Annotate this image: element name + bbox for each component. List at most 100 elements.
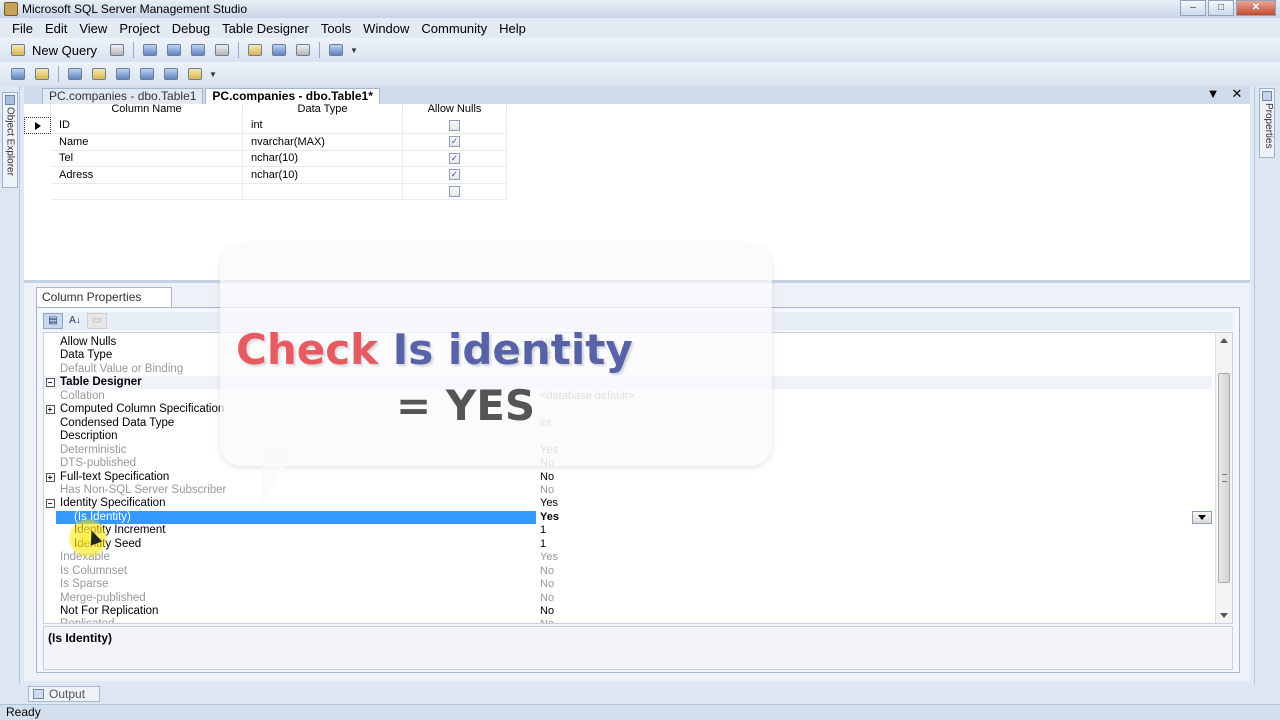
tab-list-dropdown-icon[interactable]: ▼: [1206, 87, 1220, 101]
scroll-thumb[interactable]: [1218, 373, 1230, 583]
primary-key-icon[interactable]: [32, 65, 52, 83]
menu-edit[interactable]: Edit: [39, 21, 73, 36]
property-grid-scrollbar[interactable]: [1215, 333, 1232, 623]
property-row[interactable]: + Full-text Specification No: [44, 471, 1212, 484]
toolbar-overflow-icon[interactable]: ▼: [350, 46, 358, 55]
property-row[interactable]: ReplicatedNo: [44, 618, 1212, 623]
expand-icon[interactable]: +: [45, 472, 55, 482]
property-row[interactable]: − Identity Specification Yes: [44, 497, 1212, 510]
new-file-icon[interactable]: [107, 41, 127, 59]
property-name[interactable]: (Is Identity): [56, 510, 536, 524]
new-query-button[interactable]: New Query: [32, 43, 97, 58]
toolbar-overflow-icon[interactable]: ▼: [209, 70, 217, 79]
mdx-query-icon[interactable]: [188, 41, 208, 59]
close-button[interactable]: ✕: [1236, 0, 1276, 16]
property-value[interactable]: No: [536, 605, 1212, 618]
property-value[interactable]: Yes: [536, 551, 1212, 564]
menu-project[interactable]: Project: [113, 21, 165, 36]
row-selector[interactable]: [24, 134, 51, 151]
property-row[interactable]: Merge-published No: [44, 592, 1212, 605]
property-name[interactable]: Merge-published: [56, 592, 536, 605]
generate-change-script-icon[interactable]: [8, 65, 28, 83]
menu-tools[interactable]: Tools: [315, 21, 357, 36]
categorized-view-icon[interactable]: ▤: [43, 313, 63, 329]
database-engine-query-icon[interactable]: [140, 41, 160, 59]
table-row[interactable]: Adress nchar(10) ✓: [24, 166, 507, 184]
property-row[interactable]: Not For Replication No: [44, 605, 1212, 618]
scroll-up-icon[interactable]: [1220, 338, 1228, 343]
allow-nulls-checkbox[interactable]: ✓: [449, 136, 460, 147]
data-type-cell[interactable]: [243, 183, 403, 200]
collapse-icon[interactable]: −: [45, 378, 55, 388]
property-value[interactable]: No: [536, 471, 1212, 484]
column-name-cell[interactable]: Adress: [51, 166, 243, 184]
properties-tab[interactable]: Properties: [1259, 88, 1275, 158]
open-folder-icon[interactable]: [245, 41, 265, 59]
property-value[interactable]: 1: [536, 538, 1212, 551]
save-icon[interactable]: [269, 41, 289, 59]
property-value[interactable]: 1: [536, 524, 1212, 537]
property-name[interactable]: Identity Seed: [56, 538, 536, 551]
row-selector[interactable]: [24, 183, 51, 200]
collapse-icon[interactable]: −: [45, 499, 55, 509]
expand-icon[interactable]: +: [45, 405, 55, 415]
property-row[interactable]: Identity Increment 1: [44, 524, 1212, 537]
maximize-button[interactable]: □: [1208, 0, 1234, 16]
analysis-query-icon[interactable]: [164, 41, 184, 59]
menu-debug[interactable]: Debug: [166, 21, 216, 36]
minimize-button[interactable]: –: [1180, 0, 1206, 16]
column-name-cell[interactable]: ID: [51, 117, 243, 134]
menu-help[interactable]: Help: [493, 21, 532, 36]
menu-view[interactable]: View: [73, 21, 113, 36]
column-properties-tab[interactable]: Column Properties: [36, 287, 172, 307]
table-row[interactable]: Name nvarchar(MAX) ✓: [24, 133, 507, 151]
table-row[interactable]: [24, 183, 507, 200]
check-constraints-icon[interactable]: [161, 65, 181, 83]
property-name[interactable]: Not For Replication: [56, 605, 536, 618]
output-tab[interactable]: Output: [28, 686, 100, 702]
row-selector[interactable]: [24, 117, 51, 134]
close-document-icon[interactable]: ✕: [1230, 87, 1244, 101]
property-pages-icon[interactable]: ▭: [87, 313, 107, 329]
data-type-cell[interactable]: nchar(10): [243, 150, 403, 167]
fulltext-index-icon[interactable]: [113, 65, 133, 83]
row-selector[interactable]: [24, 167, 51, 184]
allow-nulls-checkbox[interactable]: ✓: [449, 152, 460, 164]
value-dropdown-button[interactable]: [1192, 510, 1212, 524]
property-row[interactable]: Is Columnset No: [44, 565, 1212, 578]
property-name[interactable]: Replicated: [56, 618, 536, 623]
column-name-cell[interactable]: [51, 183, 243, 200]
property-row[interactable]: (Is Identity) Yes: [44, 510, 1212, 524]
table-row[interactable]: Tel nchar(10) ✓: [24, 150, 507, 167]
print-icon[interactable]: [293, 41, 313, 59]
menu-table-designer[interactable]: Table Designer: [216, 21, 315, 36]
relationships-icon[interactable]: [65, 65, 85, 83]
table-row[interactable]: ID int: [24, 117, 507, 134]
property-value[interactable]: Yes: [536, 497, 1212, 510]
alphabetical-sort-icon[interactable]: A↓: [65, 313, 85, 329]
object-explorer-tab[interactable]: Object Explorer: [2, 92, 18, 188]
spatial-indexes-icon[interactable]: [185, 65, 205, 83]
menu-community[interactable]: Community: [415, 21, 493, 36]
activity-monitor-icon[interactable]: [326, 41, 346, 59]
data-type-cell[interactable]: nchar(10): [243, 166, 403, 184]
property-value[interactable]: No: [536, 578, 1212, 591]
data-type-cell[interactable]: nvarchar(MAX): [243, 133, 403, 151]
menu-window[interactable]: Window: [357, 21, 415, 36]
scroll-down-icon[interactable]: [1220, 613, 1228, 618]
property-value[interactable]: No: [536, 618, 1212, 623]
property-name[interactable]: Is Sparse: [56, 578, 536, 591]
tab-table1[interactable]: PC.companies - dbo.Table1: [42, 88, 204, 104]
property-value[interactable]: No: [536, 565, 1212, 578]
row-selector[interactable]: [24, 150, 51, 167]
allow-nulls-checkbox[interactable]: ✓: [449, 169, 460, 180]
allow-nulls-checkbox[interactable]: [449, 185, 460, 197]
column-name-cell[interactable]: Name: [51, 133, 243, 151]
property-row[interactable]: IndexableYes: [44, 551, 1212, 564]
property-value[interactable]: No: [536, 592, 1212, 605]
indexes-keys-icon[interactable]: [89, 65, 109, 83]
column-name-cell[interactable]: Tel: [51, 150, 243, 167]
allow-nulls-checkbox[interactable]: [449, 119, 460, 131]
property-row[interactable]: Has Non-SQL Server Subscriber No: [44, 484, 1212, 497]
property-row[interactable]: Is Sparse No: [44, 578, 1212, 591]
